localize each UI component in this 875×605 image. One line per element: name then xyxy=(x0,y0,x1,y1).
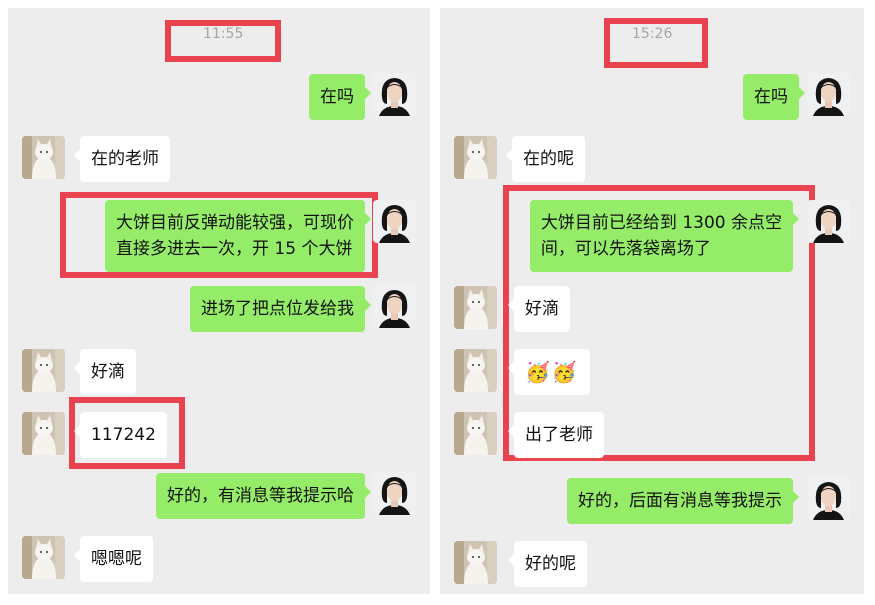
message-line: 大饼目前已经给到 1300 余点空 xyxy=(540,213,782,233)
message-bubble[interactable]: 好的呢 xyxy=(508,541,587,587)
message-bubble[interactable]: 出了老师 xyxy=(508,412,604,458)
avatar[interactable] xyxy=(22,536,65,579)
highlight-box xyxy=(604,18,708,68)
message-bubble[interactable]: 大饼目前反弹动能较强，可现价 直接多进去一次，开 15 个大饼 xyxy=(105,200,371,272)
highlight-box xyxy=(165,20,281,62)
message-bubble[interactable]: 进场了把点位发给我 xyxy=(190,286,371,332)
chat-panel-left: 11:55 在吗 在的老师 大饼目前反弹动能较强，可现价 直接多进去一次，开 1… xyxy=(8,8,430,594)
message-bubble[interactable]: 在吗 xyxy=(309,74,371,120)
avatar[interactable] xyxy=(454,286,497,329)
avatar[interactable] xyxy=(373,285,416,328)
avatar[interactable] xyxy=(22,349,65,392)
message-bubble[interactable]: 好的，有消息等我提示哈 xyxy=(156,473,371,519)
message-bubble[interactable]: 好的，后面有消息等我提示 xyxy=(567,478,799,524)
message-bubble[interactable]: 117242 xyxy=(74,412,167,458)
avatar[interactable] xyxy=(807,200,850,243)
avatar[interactable] xyxy=(454,412,497,455)
message-bubble[interactable]: 大饼目前已经给到 1300 余点空 间，可以先落袋离场了 xyxy=(529,200,800,272)
avatar[interactable] xyxy=(454,541,497,584)
message-bubble[interactable]: 好滴 xyxy=(74,349,136,395)
chat-panel-right: 15:26 在吗 在的呢 大饼目前已经给到 1300 余点空 间，可以先落袋离场… xyxy=(440,8,864,594)
message-line: 间，可以先落袋离场了 xyxy=(540,239,711,259)
avatar[interactable] xyxy=(807,477,850,520)
avatar[interactable] xyxy=(807,73,850,116)
message-line: 大饼目前反弹动能较强，可现价 xyxy=(116,213,354,233)
avatar[interactable] xyxy=(373,200,416,243)
message-bubble[interactable]: 嗯嗯呢 xyxy=(74,536,153,582)
message-bubble[interactable]: 在的呢 xyxy=(506,136,585,182)
message-bubble[interactable]: 在的老师 xyxy=(74,136,170,182)
avatar[interactable] xyxy=(454,349,497,392)
message-line: 直接多进去一次，开 15 个大饼 xyxy=(116,239,353,259)
avatar[interactable] xyxy=(22,412,65,455)
message-bubble[interactable]: 在吗 xyxy=(743,74,805,120)
avatar[interactable] xyxy=(454,136,497,179)
avatar[interactable] xyxy=(22,136,65,179)
message-bubble[interactable]: 好滴 xyxy=(508,286,570,332)
avatar[interactable] xyxy=(373,472,416,515)
avatar[interactable] xyxy=(373,73,416,116)
emoji-message[interactable]: 🥳🥳 xyxy=(508,349,590,395)
